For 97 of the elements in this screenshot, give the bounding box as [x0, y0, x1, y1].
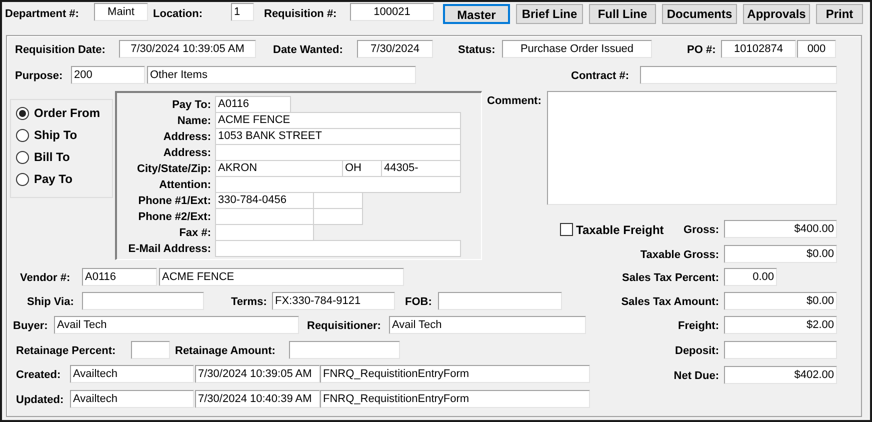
- input-field[interactable]: [131, 341, 170, 359]
- input-field[interactable]: FNRQ_RequistitionEntryForm: [320, 390, 590, 408]
- input-field[interactable]: [215, 144, 461, 161]
- field-label: Taxable Gross:: [639, 248, 719, 262]
- field-label: Contract #:: [571, 69, 630, 83]
- input-field[interactable]: 200: [71, 66, 145, 84]
- input-field[interactable]: Purchase Order Issued: [502, 40, 652, 58]
- input-field[interactable]: A0116: [82, 268, 157, 286]
- input-field[interactable]: Maint: [94, 3, 148, 21]
- input-field[interactable]: [438, 292, 562, 310]
- input-field[interactable]: $400.00: [724, 220, 837, 238]
- radio-option[interactable]: Bill To: [16, 146, 100, 168]
- input-field[interactable]: 7/30/2024 10:40:39 AM: [195, 390, 320, 408]
- field-label: Ship Via:: [27, 295, 74, 309]
- field-label: Phone #2/Ext:: [137, 210, 211, 224]
- input-field[interactable]: ACME FENCE: [159, 268, 404, 286]
- field-label: Purpose:: [15, 69, 63, 83]
- field-label: Location:: [153, 7, 202, 21]
- field-label: Department #:: [5, 7, 79, 21]
- input-field[interactable]: Other Items: [147, 66, 416, 84]
- field-label: Address:: [162, 146, 211, 160]
- field-label: Phone #1/Ext:: [137, 194, 211, 208]
- field-label: Status:: [458, 43, 496, 57]
- field-label: Terms:: [231, 295, 267, 309]
- input-field[interactable]: Availtech: [70, 390, 194, 408]
- input-field[interactable]: AKRON: [215, 160, 343, 177]
- field-label: Fax #:: [178, 226, 211, 240]
- field-label: Date Wanted:: [273, 43, 343, 57]
- input-field[interactable]: 1053 BANK STREET: [215, 128, 461, 145]
- input-field[interactable]: Avail Tech: [389, 316, 586, 334]
- field-label: Requisition #:: [264, 7, 337, 21]
- input-field[interactable]: $2.00: [724, 316, 837, 334]
- input-field[interactable]: Availtech: [70, 365, 194, 383]
- checkbox[interactable]: [560, 223, 573, 236]
- field-label: PO #:: [687, 43, 716, 57]
- field-label: Comment:: [487, 94, 542, 108]
- input-field[interactable]: $402.00: [724, 366, 837, 384]
- toolbar-button[interactable]: Print: [816, 4, 863, 24]
- input-field[interactable]: [215, 224, 314, 241]
- input-field[interactable]: ACME FENCE: [215, 112, 461, 129]
- radio-option[interactable]: Order From: [16, 102, 100, 124]
- field-label: Pay To:: [171, 98, 211, 112]
- input-field[interactable]: 0.00: [724, 268, 777, 286]
- field-label: Deposit:: [674, 344, 719, 358]
- field-label: Requisitioner:: [307, 319, 381, 333]
- field-label: Gross:: [682, 223, 719, 237]
- field-label: Net Due:: [672, 369, 719, 383]
- field-label: Taxable Freight: [576, 223, 664, 237]
- field-label: Address:: [162, 130, 211, 144]
- input-field[interactable]: 44305-: [381, 160, 461, 177]
- input-field[interactable]: [215, 208, 314, 225]
- input-field[interactable]: [313, 208, 363, 225]
- field-label: Sales Tax Percent:: [620, 271, 719, 285]
- field-label: Freight:: [677, 319, 719, 333]
- field-label: Updated:: [16, 393, 64, 407]
- input-field[interactable]: $0.00: [724, 292, 837, 310]
- input-field[interactable]: 100021: [350, 3, 434, 21]
- input-field[interactable]: 000: [797, 40, 836, 58]
- field-label: Retainage Amount:: [175, 344, 276, 358]
- radio-option[interactable]: Pay To: [16, 168, 100, 190]
- toolbar-button[interactable]: Documents: [662, 4, 737, 24]
- input-field[interactable]: FNRQ_RequistitionEntryForm: [320, 365, 590, 383]
- input-field[interactable]: 1: [231, 3, 254, 21]
- input-field[interactable]: [724, 341, 837, 359]
- input-field[interactable]: [215, 176, 461, 193]
- toolbar-button[interactable]: Approvals: [743, 4, 810, 24]
- field-label: Requisition Date:: [15, 43, 106, 57]
- toolbar-button[interactable]: Brief Line: [516, 4, 583, 24]
- field-label: Vendor #:: [20, 271, 70, 285]
- input-field[interactable]: OH: [342, 160, 382, 177]
- radio-option[interactable]: Ship To: [16, 124, 100, 146]
- input-field[interactable]: [215, 240, 461, 257]
- field-label: Attention:: [158, 178, 211, 192]
- field-label: Retainage Percent:: [16, 344, 116, 358]
- field-label: Buyer:: [13, 319, 48, 333]
- input-field[interactable]: FX:330-784-9121: [272, 292, 395, 310]
- field-label: Created:: [16, 368, 61, 382]
- input-field[interactable]: $0.00: [724, 245, 837, 263]
- field-label: E-Mail Address:: [127, 242, 211, 256]
- input-field[interactable]: 7/30/2024: [357, 40, 433, 58]
- input-field[interactable]: Avail Tech: [54, 316, 299, 334]
- input-field[interactable]: 7/30/2024 10:39:05 AM: [195, 365, 320, 383]
- field-label: Sales Tax Amount:: [620, 295, 719, 309]
- field-label: Name:: [176, 114, 211, 128]
- input-field[interactable]: [640, 66, 837, 84]
- field-label: City/State/Zip:: [136, 162, 211, 176]
- field-label: FOB:: [405, 295, 432, 309]
- input-field[interactable]: 10102874: [721, 40, 796, 58]
- input-field[interactable]: [313, 192, 363, 209]
- input-field[interactable]: A0116: [215, 96, 291, 113]
- toolbar-button[interactable]: Full Line: [589, 4, 656, 24]
- input-field[interactable]: [82, 292, 204, 310]
- input-field[interactable]: [289, 341, 400, 359]
- input-field[interactable]: 330-784-0456: [215, 192, 314, 209]
- input-field[interactable]: 7/30/2024 10:39:05 AM: [119, 40, 256, 58]
- toolbar-button[interactable]: Master: [443, 4, 510, 24]
- input-field[interactable]: [547, 91, 837, 205]
